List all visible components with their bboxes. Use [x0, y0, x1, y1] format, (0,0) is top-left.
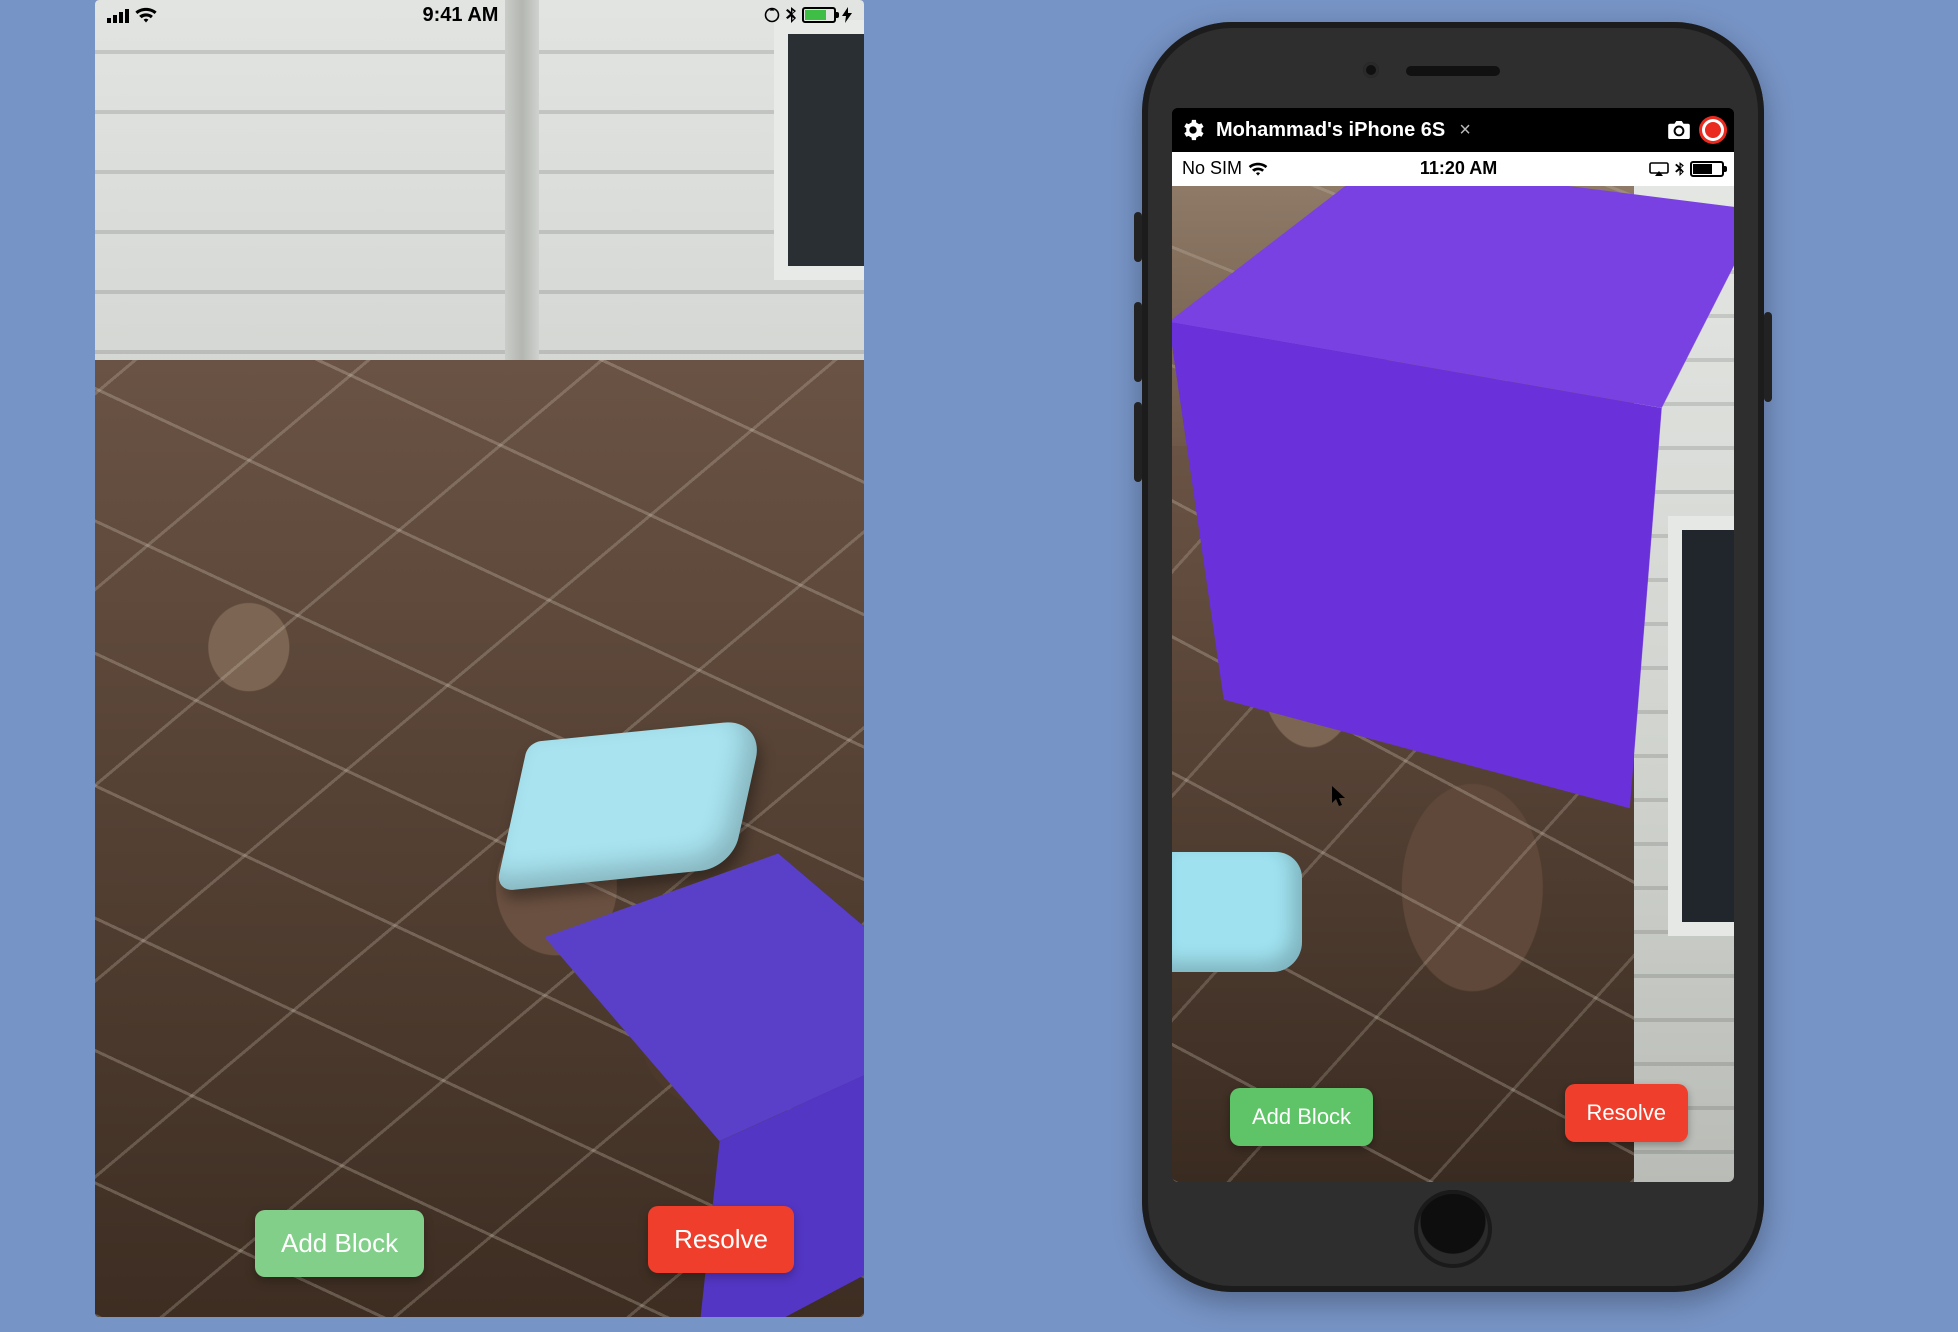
airplay-icon	[1649, 162, 1669, 176]
add-block-button[interactable]: Add Block	[1230, 1088, 1373, 1146]
wifi-icon	[1248, 162, 1268, 176]
iphone-device-frame: Mohammad's iPhone 6S × No SIM 11:20 AM	[1142, 22, 1764, 1292]
orientation-lock-icon	[764, 7, 780, 23]
ar-cube	[1282, 246, 1702, 666]
charging-bolt-icon	[842, 7, 852, 23]
ar-cube	[345, 470, 635, 800]
volume-up-button	[1134, 302, 1142, 382]
status-time: 9:41 AM	[423, 4, 499, 27]
left-phone-screenshot: 9:41 AM Add Block Resolve	[95, 0, 864, 1317]
dev-device-name: Mohammad's iPhone 6S	[1216, 119, 1445, 142]
home-button[interactable]	[1414, 1190, 1492, 1268]
add-block-button[interactable]: Add Block	[255, 1210, 424, 1277]
battery-icon	[1690, 161, 1724, 177]
record-button[interactable]	[1702, 119, 1724, 141]
phone-front-camera	[1363, 62, 1379, 78]
ar-camera-view[interactable]: Add Block Resolve	[1172, 186, 1734, 1182]
ios-status-bar: 9:41 AM	[95, 0, 864, 30]
scene-window	[774, 20, 864, 280]
ios-status-bar: No SIM 11:20 AM	[1172, 152, 1734, 186]
scene-wall	[95, 0, 864, 400]
phone-screen: Mohammad's iPhone 6S × No SIM 11:20 AM	[1172, 108, 1734, 1182]
cellular-signal-icon	[107, 7, 129, 23]
dev-close-button[interactable]: ×	[1459, 119, 1471, 142]
phone-speaker	[1406, 66, 1500, 76]
power-button	[1764, 312, 1772, 402]
mute-switch	[1134, 212, 1142, 262]
dev-recording-bar: Mohammad's iPhone 6S ×	[1172, 108, 1734, 152]
scene-blue-object	[1172, 852, 1302, 972]
wifi-icon	[135, 7, 157, 23]
camera-icon[interactable]	[1668, 121, 1690, 139]
battery-icon	[802, 7, 836, 23]
resolve-button[interactable]: Resolve	[648, 1206, 794, 1273]
carrier-text: No SIM	[1182, 158, 1242, 179]
bluetooth-icon	[1675, 162, 1684, 176]
resolve-button[interactable]: Resolve	[1565, 1084, 1688, 1142]
volume-down-button	[1134, 402, 1142, 482]
status-time: 11:20 AM	[1420, 158, 1497, 179]
gear-icon[interactable]	[1182, 119, 1204, 141]
bluetooth-icon	[786, 7, 796, 23]
mouse-cursor-icon	[1332, 786, 1348, 808]
